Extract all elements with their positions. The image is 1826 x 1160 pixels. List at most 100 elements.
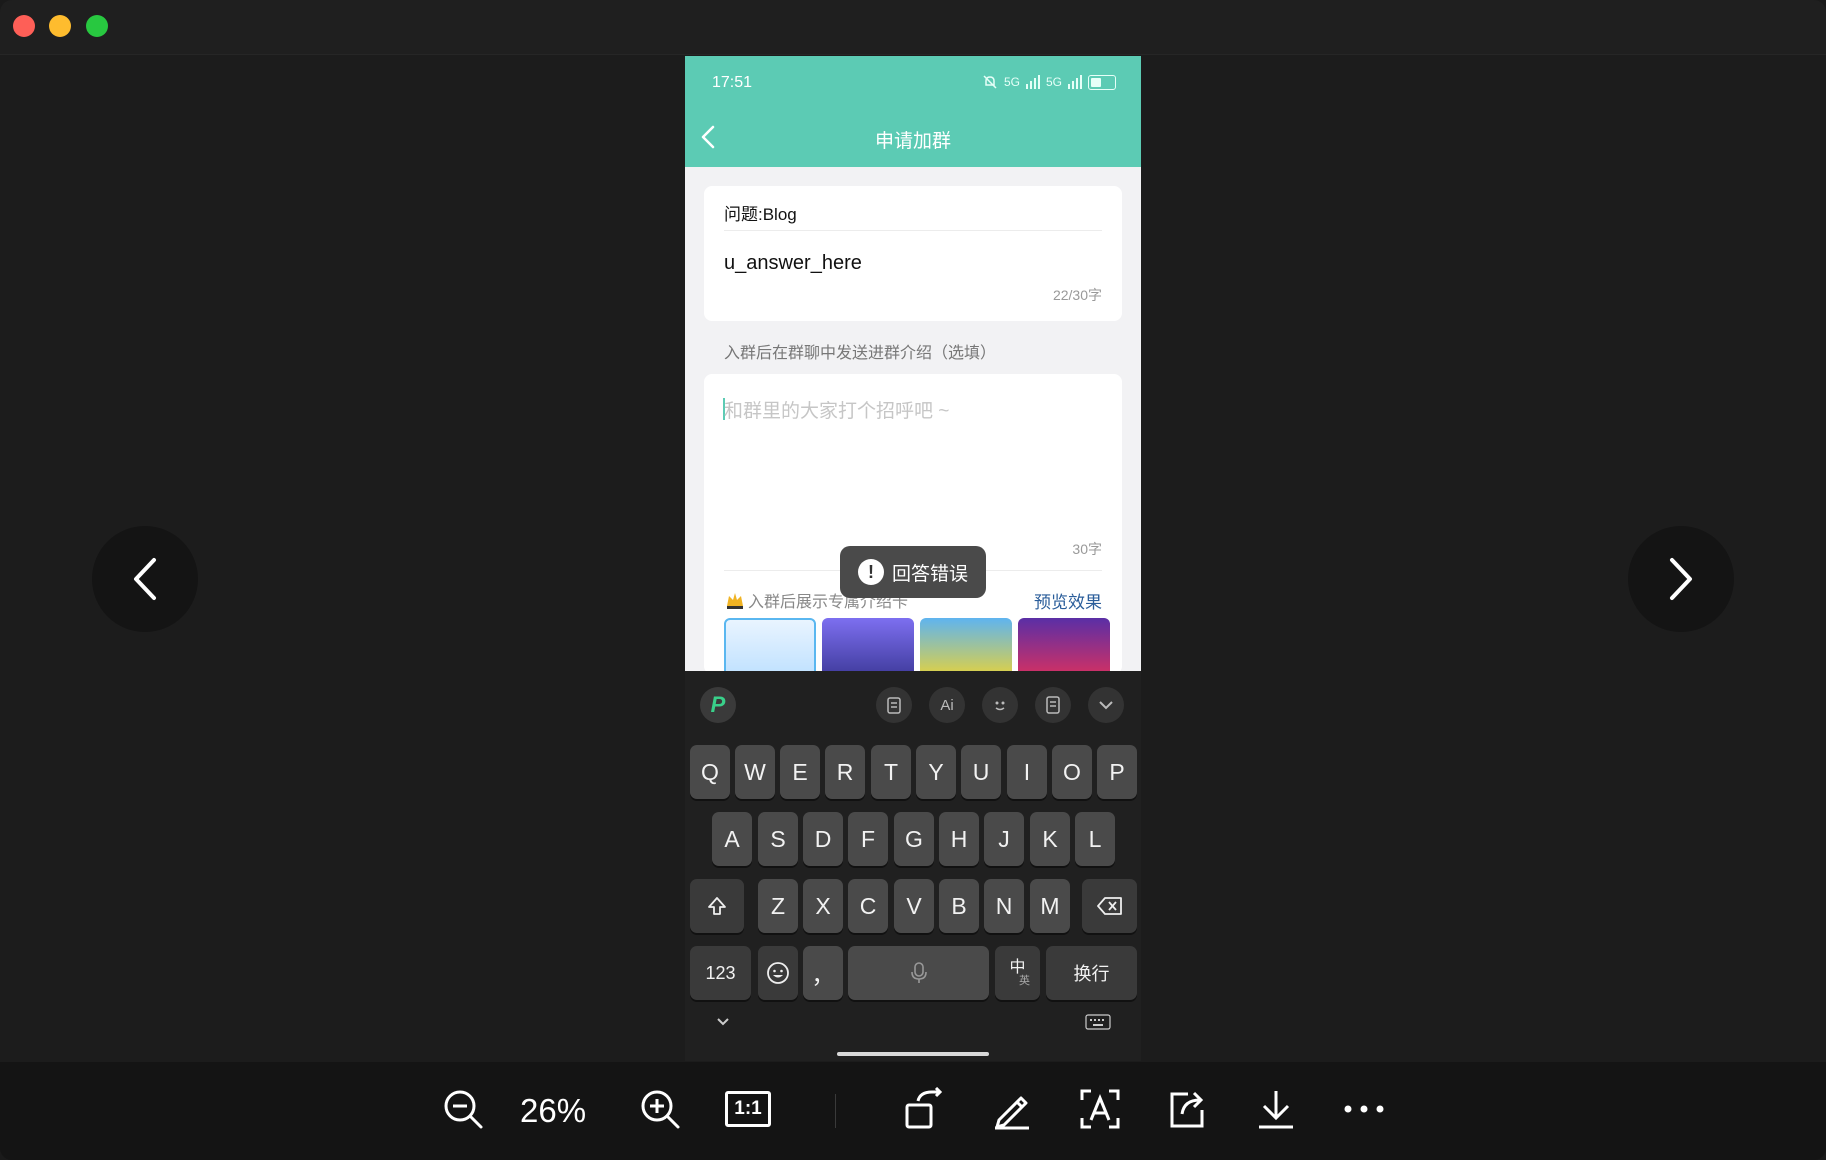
toast-text: 回答错误: [891, 563, 968, 585]
template-thumbnail[interactable]: [724, 618, 816, 671]
download-icon: [1259, 1091, 1293, 1129]
keyboard-bottom-row: [685, 1014, 1141, 1056]
key-y[interactable]: Y: [916, 745, 956, 799]
previous-image-button[interactable]: [92, 526, 198, 632]
more-icon: [1344, 1105, 1384, 1113]
key-d[interactable]: D: [803, 812, 843, 866]
next-image-button[interactable]: [1628, 526, 1734, 632]
text-scan-icon: [1080, 1089, 1120, 1129]
intro-input-placeholder[interactable]: 和群里的大家打个招呼吧 ~: [724, 396, 949, 423]
share-icon: [1170, 1091, 1204, 1128]
phone-screenshot: 17:51 5G 5G 申请加群 问题:Blog u_answer_here 2…: [685, 56, 1141, 1061]
warning-icon: !: [857, 559, 884, 585]
key-n[interactable]: N: [984, 879, 1024, 933]
keyboard-row-4: 123 ， 中 英 换行: [685, 946, 1141, 1000]
image-viewer-window: 17:51 5G 5G 申请加群 问题:Blog u_answer_here 2…: [0, 0, 1826, 1160]
notes-icon[interactable]: [1035, 687, 1071, 723]
fullscreen-window-button[interactable]: [86, 15, 108, 37]
intro-card-templates: [724, 618, 1110, 671]
key-g[interactable]: G: [894, 812, 934, 866]
key-h[interactable]: H: [939, 812, 979, 866]
ai-icon[interactable]: Ai: [929, 687, 965, 723]
key-l[interactable]: L: [1075, 812, 1115, 866]
rotate-icon: [905, 1087, 943, 1129]
chevron-down-icon[interactable]: [1088, 687, 1124, 723]
key-a[interactable]: A: [712, 812, 752, 866]
key-p[interactable]: P: [1097, 745, 1137, 799]
text-recognition-button[interactable]: [1075, 1084, 1125, 1134]
numbers-key[interactable]: 123: [690, 946, 751, 1000]
template-thumbnail[interactable]: [1018, 618, 1110, 671]
zoom-in-icon: [641, 1090, 680, 1129]
rotate-button[interactable]: [899, 1084, 949, 1134]
emoji-key[interactable]: [758, 946, 798, 1000]
question-label: 问题:Blog: [724, 205, 797, 224]
key-c[interactable]: C: [848, 879, 888, 933]
keyboard-switch-icon[interactable]: [1085, 1014, 1111, 1030]
punctuation-key[interactable]: ，: [803, 946, 843, 1000]
key-f[interactable]: F: [848, 812, 888, 866]
key-r[interactable]: R: [825, 745, 865, 799]
signal-bars-icon: [1025, 75, 1040, 89]
enter-key[interactable]: 换行: [1046, 946, 1137, 1000]
template-thumbnail[interactable]: [822, 618, 914, 671]
key-b[interactable]: B: [939, 879, 979, 933]
zoom-out-button[interactable]: [438, 1084, 488, 1134]
shift-key[interactable]: [690, 879, 744, 933]
shift-arrow-icon: [708, 897, 726, 915]
preview-effect-link[interactable]: 预览效果: [1034, 588, 1102, 613]
actual-size-button[interactable]: 1:1: [723, 1084, 773, 1134]
language-switch-key[interactable]: 中 英: [995, 946, 1040, 1000]
key-t[interactable]: T: [871, 745, 911, 799]
signal-icon: 5G: [1003, 75, 1020, 89]
ime-logo-icon[interactable]: P: [700, 687, 736, 723]
soft-keyboard: P Ai Q W E R T Y U I O P A S D F G H J K…: [685, 671, 1141, 1061]
home-indicator: [837, 1052, 989, 1056]
chevron-left-icon: [134, 558, 156, 600]
key-x[interactable]: X: [803, 879, 843, 933]
key-u[interactable]: U: [961, 745, 1001, 799]
download-button[interactable]: [1251, 1084, 1301, 1134]
chevron-right-icon: [1670, 558, 1692, 600]
zoom-in-button[interactable]: [635, 1084, 685, 1134]
signal-bars-icon-2: [1068, 75, 1082, 89]
key-j[interactable]: J: [984, 812, 1024, 866]
page-title: 申请加群: [874, 131, 951, 152]
share-button[interactable]: [1162, 1084, 1212, 1134]
emoji-face-icon[interactable]: [982, 687, 1018, 723]
keyboard-row-1: Q W E R T Y U I O P: [685, 745, 1141, 799]
toolbar-divider: [835, 1094, 836, 1128]
key-z[interactable]: Z: [758, 879, 798, 933]
battery-icon: [1088, 74, 1116, 90]
crown-icon: [727, 593, 743, 609]
space-key[interactable]: [848, 946, 989, 1000]
key-v[interactable]: V: [894, 879, 934, 933]
template-thumbnail[interactable]: [920, 618, 1012, 671]
minimize-window-button[interactable]: [49, 15, 71, 37]
edit-button[interactable]: [987, 1084, 1037, 1134]
clipboard-icon[interactable]: [876, 687, 912, 723]
status-icons: 5G 5G: [982, 74, 1116, 90]
key-q[interactable]: Q: [690, 745, 730, 799]
close-window-button[interactable]: [13, 15, 35, 37]
microphone-icon: [910, 962, 927, 983]
question-card: 问题:Blog u_answer_here 22/30字: [704, 186, 1122, 321]
actual-size-icon: 1:1: [725, 1091, 771, 1127]
key-o[interactable]: O: [1052, 745, 1092, 799]
hide-keyboard-icon[interactable]: [715, 1016, 731, 1028]
divider: [724, 230, 1102, 231]
key-k[interactable]: K: [1030, 812, 1070, 866]
language-key-main: 中: [1009, 958, 1026, 976]
key-w[interactable]: W: [735, 745, 775, 799]
backspace-key[interactable]: [1082, 879, 1137, 933]
more-options-button[interactable]: [1339, 1084, 1389, 1134]
answer-input[interactable]: u_answer_here: [724, 252, 862, 275]
answer-char-counter: 22/30字: [1052, 287, 1102, 303]
key-s[interactable]: S: [758, 812, 798, 866]
key-e[interactable]: E: [780, 745, 820, 799]
zoom-level: 26%: [520, 1092, 587, 1129]
pencil-icon: [995, 1096, 1029, 1130]
backspace-icon: [1096, 897, 1122, 915]
key-m[interactable]: M: [1030, 879, 1070, 933]
key-i[interactable]: I: [1007, 745, 1047, 799]
